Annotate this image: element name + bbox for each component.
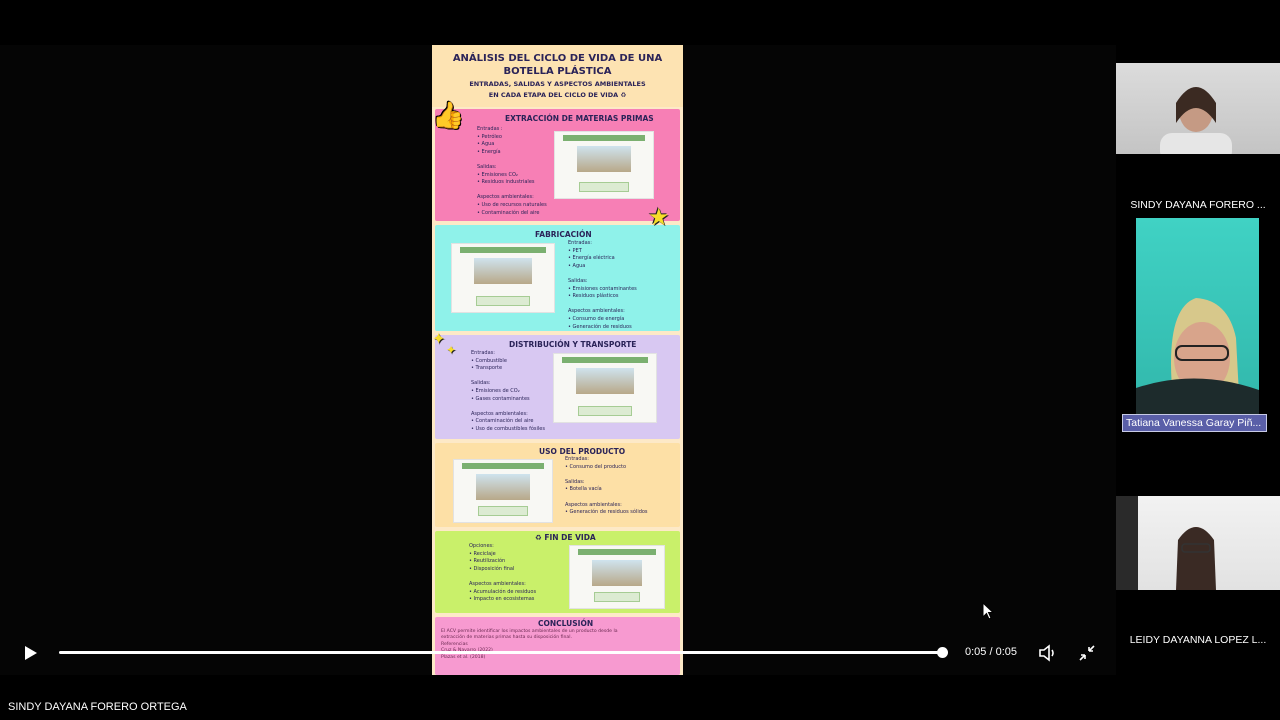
section-text: Entradas: • Consumo del producto Salidas… bbox=[565, 456, 648, 516]
presenter-name: SINDY DAYANA FORERO ORTEGA bbox=[8, 701, 187, 713]
poster-header: ANÁLISIS DEL CICLO DE VIDA DE UNA BOTELL… bbox=[432, 45, 683, 107]
video-stage[interactable]: ANÁLISIS DEL CICLO DE VIDA DE UNA BOTELL… bbox=[0, 45, 1116, 675]
mouse-cursor-icon bbox=[982, 602, 994, 620]
section-manufacturing: FABRICACIÓN Entradas: • PET • Energía el… bbox=[435, 225, 680, 331]
person-silhouette-icon bbox=[1136, 298, 1259, 414]
sparkle-icon: ✦ bbox=[446, 343, 457, 357]
poster-title: ANÁLISIS DEL CICLO DE VIDA DE UNA BOTELL… bbox=[452, 53, 663, 77]
section-text: Entradas : • Petróleo • Agua • Energía S… bbox=[477, 126, 547, 216]
section-illustration bbox=[453, 459, 553, 523]
time-readout: 0:05 / 0:05 bbox=[965, 646, 1017, 658]
section-title: ♻ FIN DE VIDA bbox=[535, 533, 596, 542]
section-illustration bbox=[569, 545, 665, 609]
section-title: EXTRACCIÓN DE MATERIAS PRIMAS bbox=[505, 114, 654, 123]
progress-thumb[interactable] bbox=[937, 647, 948, 658]
person-silhouette-icon bbox=[1160, 87, 1232, 154]
section-end-of-life: ♻ FIN DE VIDA Opciones: • Reciclaje • Re… bbox=[435, 531, 680, 613]
exit-fullscreen-icon[interactable] bbox=[1078, 644, 1096, 662]
poster-subtitle-2: EN CADA ETAPA DEL CICLO DE VIDA ♻ bbox=[488, 91, 627, 99]
infographic-poster: ANÁLISIS DEL CICLO DE VIDA DE UNA BOTELL… bbox=[432, 45, 683, 675]
progress-bar[interactable] bbox=[59, 651, 943, 654]
section-text: Entradas: • Combustible • Transporte Sal… bbox=[471, 350, 545, 432]
section-illustration bbox=[554, 131, 654, 199]
participant-name-3: LEIDY DAYANNA LOPEZ L... bbox=[1129, 634, 1267, 646]
section-title: FABRICACIÓN bbox=[535, 230, 592, 239]
thumbs-up-icon: 👍 bbox=[432, 101, 465, 131]
section-distribution: DISTRIBUCIÓN Y TRANSPORTE Entradas: • Co… bbox=[435, 335, 680, 439]
play-icon[interactable] bbox=[22, 644, 40, 662]
section-extraction: EXTRACCIÓN DE MATERIAS PRIMAS Entradas :… bbox=[435, 109, 680, 221]
poster-subtitle-1: ENTRADAS, SALIDAS Y ASPECTOS AMBIENTALES bbox=[469, 80, 646, 88]
section-title: CONCLUSIÓN bbox=[538, 619, 594, 628]
section-illustration bbox=[451, 243, 555, 313]
person-silhouette-icon bbox=[1116, 496, 1216, 590]
section-product-use: USO DEL PRODUCTO Entradas: • Consumo del… bbox=[435, 443, 680, 527]
participant-video-1[interactable] bbox=[1116, 63, 1280, 154]
star-icon: ★ bbox=[648, 203, 670, 231]
video-controls: 0:05 / 0:05 bbox=[0, 636, 1116, 670]
section-title: DISTRIBUCIÓN Y TRANSPORTE bbox=[509, 340, 637, 349]
active-speaker-name: Tatiana Vanessa Garay Piñ... bbox=[1122, 414, 1267, 432]
section-text: Entradas: • PET • Energía eléctrica • Ag… bbox=[568, 240, 637, 330]
section-text: Opciones: • Reciclaje • Reutilización • … bbox=[469, 543, 537, 603]
participant-video-3[interactable] bbox=[1116, 496, 1280, 590]
sparkle-icon: ✦ bbox=[432, 329, 446, 348]
participant-video-2[interactable] bbox=[1136, 218, 1259, 414]
section-title: USO DEL PRODUCTO bbox=[539, 447, 626, 456]
section-illustration bbox=[553, 353, 657, 423]
participant-name-1: SINDY DAYANA FORERO ... bbox=[1130, 199, 1266, 211]
volume-icon[interactable] bbox=[1038, 644, 1058, 662]
